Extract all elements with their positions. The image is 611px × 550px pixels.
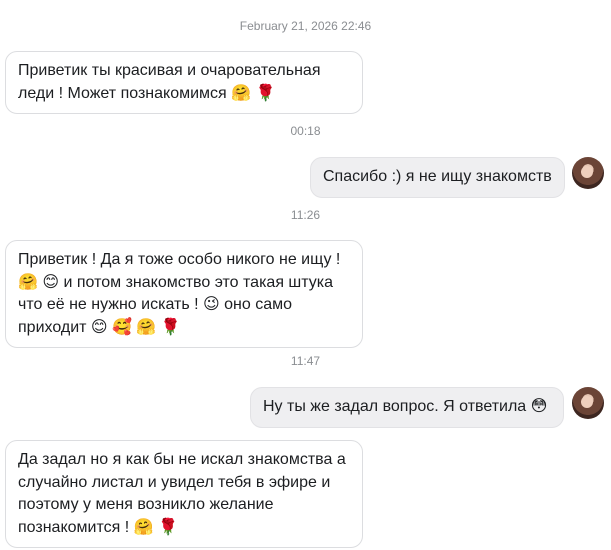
timestamp-4: 11:47	[290, 354, 321, 368]
message-incoming-1[interactable]: Приветик ты красивая и очаровательная ле…	[5, 51, 363, 114]
message-outgoing-2[interactable]: Ну ты же задал вопрос. Я ответила 😳	[250, 387, 564, 428]
timestamp-1: February 21, 2026 22:46	[239, 19, 372, 33]
avatar-2	[572, 387, 604, 419]
timestamp-2: 00:18	[290, 124, 321, 138]
message-outgoing-1[interactable]: Спасибо :) я не ищу знакомств	[310, 157, 565, 198]
avatar-1	[572, 157, 604, 189]
message-incoming-3[interactable]: Да задал но я как бы не искал знакомства…	[5, 440, 363, 548]
chat-thread: February 21, 2026 22:46 Приветик ты крас…	[0, 0, 611, 550]
message-incoming-2[interactable]: Приветик ! Да я тоже особо никого не ищу…	[5, 240, 363, 348]
timestamp-3: 11:26	[290, 208, 321, 222]
